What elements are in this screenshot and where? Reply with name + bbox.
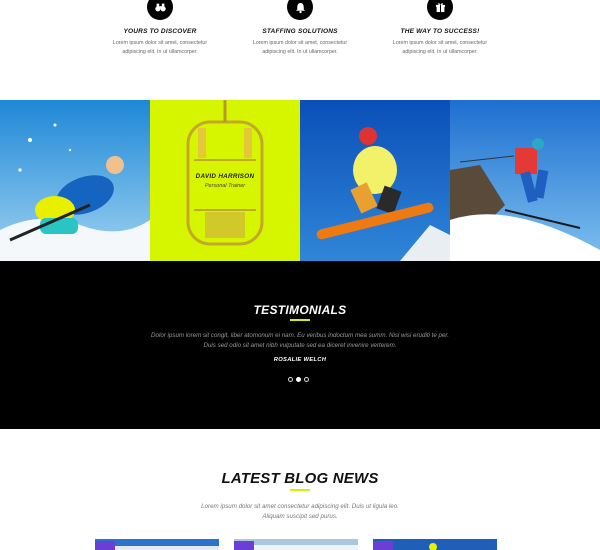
title-underline (290, 489, 310, 491)
slider-dot-1[interactable] (288, 377, 293, 382)
quote-line: Duis sed odio sit amet nibh vulputate se… (203, 341, 397, 349)
feature-text-line: adipiscing elit. In ut ullamcorper. (122, 49, 198, 55)
team-gallery: DAVID HARRISON Personal Trainer (0, 100, 600, 261)
feature-text-line: Lorem ipsum dolor sit amet, consectetur (252, 40, 348, 46)
trainer-role: Personal Trainer (204, 183, 246, 189)
slider-pagination (288, 377, 309, 382)
blog-thumbnail (373, 539, 497, 550)
feature-text-line: adipiscing elit. In ut ullamcorper. (262, 49, 338, 55)
trainer-caption: DAVID HARRISON Personal Trainer (150, 173, 300, 189)
blog-title: LATEST BLOG NEWS (221, 470, 379, 487)
bell-icon (287, 0, 313, 20)
feature-discover: YOURS TO DISCOVER Lorem ipsum dolor sit … (85, 0, 235, 57)
gallery-photo-snowboarder[interactable] (300, 100, 450, 261)
binoculars-icon (147, 0, 173, 20)
snowboarder-photo (300, 100, 450, 261)
feature-success: THE WAY TO SUCCESS! Lorem ipsum dolor si… (365, 0, 515, 57)
testimonial-author: ROSALIE WELCH (273, 357, 327, 363)
feature-text: Lorem ipsum dolor sit amet, consectetur … (365, 39, 515, 57)
trainer-name: DAVID HARRISON (195, 173, 255, 180)
blog-thumbnail (95, 539, 219, 550)
slider-dot-3[interactable] (304, 377, 309, 382)
gallery-photo-skier[interactable] (0, 100, 150, 261)
gift-icon (427, 0, 453, 20)
feature-staffing: STAFFING SOLUTIONS Lorem ipsum dolor sit… (225, 0, 375, 57)
blog-section: LATEST BLOG NEWS Lorem ipsum dolor sit a… (0, 429, 600, 550)
blog-card-1[interactable] (95, 539, 219, 550)
feature-text: Lorem ipsum dolor sit amet, consectetur … (225, 39, 375, 57)
testimonials-title: TESTIMONIALS (253, 303, 347, 317)
feature-text-line: Lorem ipsum dolor sit amet, consectetur (392, 40, 488, 46)
gallery-photo-downhill[interactable] (450, 100, 600, 261)
blog-intro-line: Aliquam suscipit sed purus. (262, 513, 338, 520)
blog-intro-line: Lorem ipsum dolor sit amet consectetur a… (201, 503, 399, 510)
title-underline (290, 319, 310, 321)
blog-thumbnail (234, 539, 358, 550)
feature-title: THE WAY TO SUCCESS! (400, 28, 480, 35)
feature-text-line: Lorem ipsum dolor sit amet, consectetur (112, 40, 208, 46)
skier-photo (0, 100, 150, 261)
blog-card-2[interactable] (234, 539, 358, 550)
feature-text-line: adipiscing elit. In ut ullamcorper. (402, 49, 478, 55)
feature-title: STAFFING SOLUTIONS (262, 28, 338, 35)
gallery-photo-trainer[interactable]: DAVID HARRISON Personal Trainer (150, 100, 300, 261)
feature-title: YOURS TO DISCOVER (123, 28, 197, 35)
blog-card-3[interactable] (373, 539, 497, 550)
quote-line: Dolor ipsum lorem sit congit, liber atom… (151, 332, 449, 339)
testimonials-section: TESTIMONIALS Dolor ipsum lorem sit congi… (0, 261, 600, 429)
features-section: YOURS TO DISCOVER Lorem ipsum dolor sit … (0, 0, 600, 100)
blog-intro: Lorem ipsum dolor sit amet consectetur a… (150, 502, 450, 522)
feature-text: Lorem ipsum dolor sit amet, consectetur … (85, 39, 235, 57)
testimonial-quote: Dolor ipsum lorem sit congit, liber atom… (140, 331, 460, 350)
downhill-skier-photo (450, 100, 600, 261)
slider-dot-2[interactable] (296, 377, 301, 382)
